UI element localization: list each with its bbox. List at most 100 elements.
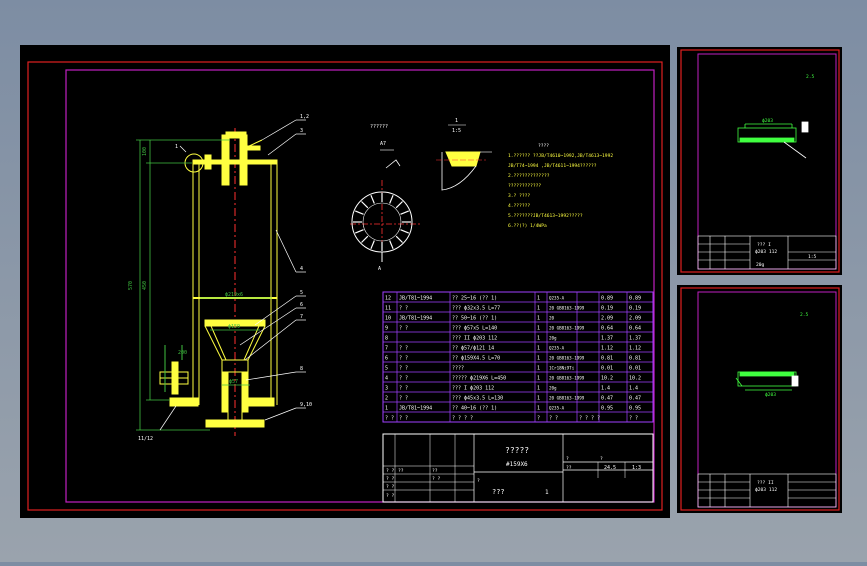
- bom-cell: ? ?: [399, 396, 408, 402]
- bom-cell: 1: [537, 346, 540, 352]
- note-line-2: JB/T74~1994 ,JB/T4611~1994??????: [508, 163, 597, 169]
- bom-cell: 9: [385, 326, 388, 332]
- dim-small-diameter: ϕ57: [229, 379, 238, 385]
- note-line-8: 6.??(?) 1/4WPa: [508, 223, 547, 229]
- dim-body-diameter: ϕ219x6: [225, 292, 243, 298]
- bom-cell: Q235-A: [549, 406, 565, 411]
- part1-dimension: ϕ203: [762, 118, 773, 124]
- bom-cell: ??? I ϕ203 112: [452, 386, 494, 392]
- dim-top-gap: 100: [142, 147, 148, 156]
- callout-9-10: 9,10: [300, 402, 312, 408]
- drawing-subtitle: #159X6: [506, 461, 528, 468]
- sheet-part-1[interactable]: ϕ203 2.5 ??? I ϕ203 112 20g 1:5: [677, 47, 842, 275]
- bom-cell: 6: [385, 356, 388, 362]
- callout-1-2: 1,2: [300, 114, 309, 120]
- view-a-title: ??????: [370, 124, 388, 130]
- callout-8: 8: [300, 366, 303, 372]
- bom-cell: 1.37: [601, 336, 613, 342]
- bom-cell: 10: [385, 316, 391, 322]
- bom-cell: 0.64: [601, 326, 613, 332]
- part2-detail-mark: 2.5: [800, 312, 809, 318]
- bom-cell: 7: [385, 346, 388, 352]
- callout-3: 3: [300, 128, 303, 134]
- bom-cell: ??? II ϕ203 112: [452, 336, 497, 342]
- notes-title: ????: [538, 143, 549, 149]
- svg-text:??: ??: [566, 465, 572, 471]
- svg-text:?: ?: [477, 478, 480, 484]
- bom-cell: 1: [537, 316, 540, 322]
- part1-subtitle: ϕ203 112: [755, 249, 777, 255]
- svg-text:? ?: ? ?: [432, 476, 441, 482]
- detail-1-number: 1: [455, 118, 458, 124]
- bom-cell: 1: [537, 386, 540, 392]
- drawing-title: ?????: [505, 446, 529, 455]
- bom-cell: 1: [537, 356, 540, 362]
- bom-cell: 0.89: [629, 296, 641, 302]
- bom-cell: ????: [452, 366, 464, 372]
- drawing-sheet: 1: [545, 489, 549, 496]
- bom-cell: ? ?: [399, 376, 408, 382]
- bom-cell: ? ?: [399, 386, 408, 392]
- bom-cell: 0.81: [629, 356, 641, 362]
- note-line-3: 2.?????????????: [508, 173, 550, 179]
- bom-cell: 2: [385, 396, 388, 402]
- dim-total-height: 570: [128, 281, 134, 290]
- callout-6: 6: [300, 302, 303, 308]
- bom-cell: 20 GB8163-1999: [549, 306, 585, 311]
- bom-cell: 1: [537, 336, 540, 342]
- bom-cell: 1.4: [601, 386, 610, 392]
- bom-cell: 0.95: [601, 406, 613, 412]
- svg-text:? ?: ? ?: [386, 468, 395, 474]
- bom-cell: 1: [537, 366, 540, 372]
- bom-cell: 4: [385, 376, 388, 382]
- bom-cell: 12: [385, 296, 391, 302]
- drawing-stamp: ???: [492, 488, 505, 496]
- bom-cell: 0.81: [601, 356, 613, 362]
- callout-5: 5: [300, 290, 303, 296]
- cad-viewport[interactable]: 570 450 100 ϕ219x6 ϕ159 ϕ57 200 1,2 3 4 …: [0, 0, 867, 562]
- sheet-part-2[interactable]: ϕ203 2.5 ??? II ϕ203 112: [677, 285, 842, 513]
- title-scale: 1:3: [632, 465, 641, 471]
- bom-cell: 1.12: [601, 346, 613, 352]
- bom-cell: JB/T81~1994: [399, 406, 432, 412]
- callout-11-12: 11/12: [138, 436, 153, 442]
- bom-cell: 0.19: [629, 306, 641, 312]
- bom-cell: ??? ϕ32x3.5 L=77: [452, 306, 500, 312]
- bom-cell: ? ?: [399, 346, 408, 352]
- svg-text:??: ??: [398, 468, 404, 474]
- bom-cell: 20 GB8163-1999: [549, 396, 585, 401]
- bom-cell: ? ?: [399, 306, 408, 312]
- bom-cell: 1: [537, 296, 540, 302]
- bom-cell: 2.09: [629, 316, 641, 322]
- bom-cell: 1.37: [629, 336, 641, 342]
- part1-material: 20g: [756, 262, 765, 268]
- bom-cell: ? ?: [399, 326, 408, 332]
- bom-cell: ?? 40~16 (?? 1): [452, 406, 497, 412]
- svg-text:A7: A7: [380, 141, 386, 147]
- bom-cell: 0.19: [601, 306, 613, 312]
- bom-cell: JB/T81~1994: [399, 296, 432, 302]
- bom-cell: ? ?: [399, 356, 408, 362]
- bom-header-cell: ? ? ? ?: [452, 416, 473, 422]
- sheet-main[interactable]: 570 450 100 ϕ219x6 ϕ159 ϕ57 200 1,2 3 4 …: [20, 45, 670, 518]
- bom-cell: 0.64: [629, 326, 641, 332]
- callout-7: 7: [300, 314, 303, 320]
- part1-scale: 1:5: [808, 254, 817, 260]
- bom-cell: ?? 25~16 (?? 1): [452, 296, 497, 302]
- bom-cell: 3: [385, 386, 388, 392]
- bom-cell: 1: [537, 306, 540, 312]
- svg-text:??: ??: [432, 468, 438, 474]
- bom-header-cell: ? ?: [385, 416, 394, 422]
- bom-cell: 1.12: [629, 346, 641, 352]
- bom-header-cell: ? ?: [399, 416, 408, 422]
- bom-cell: 1: [537, 396, 540, 402]
- note-line-7: 5.???????JB/T4613~1992?????: [508, 213, 583, 219]
- bom-header-cell: ? ?: [629, 416, 638, 422]
- bom-cell: 1Cr18Ni9Ti: [549, 366, 575, 371]
- bom-cell: 0.47: [601, 396, 613, 402]
- bom-cell: 0.95: [629, 406, 641, 412]
- bom-cell: 20 GB8163-1999: [549, 376, 585, 381]
- dim-bottom: 200: [178, 350, 187, 356]
- note-line-1: 1.?????? ??JB/T4610~1992,JB/T4613~1992: [508, 153, 613, 159]
- bom-cell: 1: [537, 326, 540, 332]
